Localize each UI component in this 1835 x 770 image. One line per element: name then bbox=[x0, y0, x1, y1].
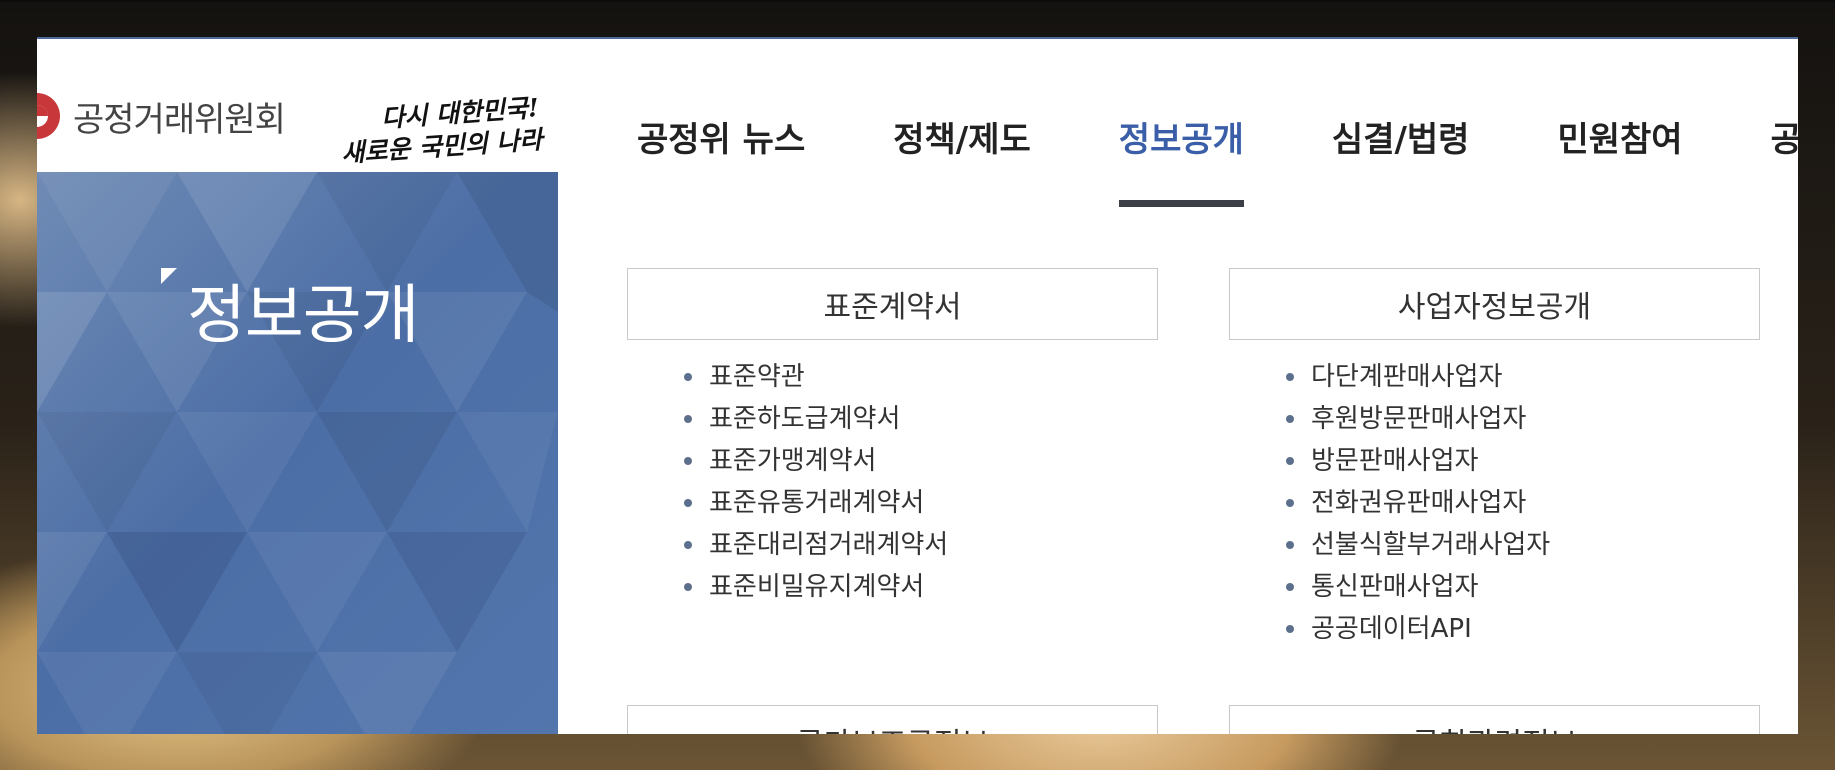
section-header-standard-contracts[interactable]: 표준계약서 bbox=[627, 268, 1158, 340]
bullet-icon bbox=[684, 415, 692, 423]
main-nav: 공정위 뉴스 정책/제도 정보공개 심결/법령 민원참여 공정위 소 bbox=[637, 85, 1798, 207]
active-tab-underline bbox=[1118, 200, 1244, 207]
list-item-label: 표준하도급계약서 bbox=[709, 404, 901, 434]
frame-border bbox=[0, 0, 1835, 2]
bullet-icon bbox=[684, 499, 692, 507]
slogan-calligraphy: 다시 대한민국! 새로운 국민의 나라 bbox=[342, 79, 562, 179]
bullet-icon bbox=[684, 457, 692, 465]
list-item[interactable]: 전화권유판매사업자 bbox=[1259, 482, 1550, 524]
nav-item-decisions-laws[interactable]: 심결/법령 bbox=[1332, 85, 1470, 195]
list-item-label: 표준약관 bbox=[709, 362, 805, 392]
list-item[interactable]: 표준비밀유지계약서 bbox=[657, 566, 948, 608]
bullet-icon bbox=[1286, 625, 1294, 633]
list-item-label: 전화권유판매사업자 bbox=[1311, 488, 1527, 518]
list-item-label: 선불식할부거래사업자 bbox=[1311, 530, 1551, 560]
triangle-pattern bbox=[37, 172, 558, 734]
section-header-state-subsidy[interactable]: 국가보조금정보 bbox=[627, 705, 1158, 734]
list-item-label: 표준유통거래계약서 bbox=[709, 488, 925, 518]
list-item[interactable]: 방문판매사업자 bbox=[1259, 440, 1550, 482]
mega-menu-page: 공정거래위원회 다시 대한민국! 새로운 국민의 나라 공정위 뉴스 정책/제도… bbox=[37, 37, 1798, 734]
list-item[interactable]: 표준가맹계약서 bbox=[657, 440, 948, 482]
nav-item-news[interactable]: 공정위 뉴스 bbox=[637, 85, 805, 195]
list-item[interactable]: 다단계판매사업자 bbox=[1259, 356, 1550, 398]
section-title: 표준계약서 bbox=[823, 290, 962, 325]
nav-item-label: 심결/법령 bbox=[1331, 120, 1470, 160]
list-item-label: 표준가맹계약서 bbox=[709, 446, 877, 476]
list-item[interactable]: 표준유통거래계약서 bbox=[657, 482, 948, 524]
bullet-icon bbox=[1286, 499, 1294, 507]
logo-emblem-icon bbox=[37, 91, 61, 141]
bullet-icon bbox=[1286, 373, 1294, 381]
business-info-list: 다단계판매사업자 후원방문판매사업자 방문판매사업자 전화권유판매사업자 선불식… bbox=[1259, 356, 1550, 650]
site-logo[interactable]: 공정거래위원회 bbox=[37, 91, 286, 141]
bullet-icon bbox=[684, 583, 692, 591]
title-corner-mark bbox=[161, 268, 177, 284]
bullet-icon bbox=[1286, 415, 1294, 423]
list-item-label: 후원방문판매사업자 bbox=[1311, 404, 1527, 434]
list-item[interactable]: 표준약관 bbox=[657, 356, 948, 398]
nav-item-label: 민원참여 bbox=[1557, 120, 1683, 160]
list-item[interactable]: 표준대리점거래계약서 bbox=[657, 524, 948, 566]
section-header-national-assembly[interactable]: 국회관련정보 bbox=[1229, 705, 1760, 734]
list-item[interactable]: 통신판매사업자 bbox=[1259, 566, 1550, 608]
list-item[interactable]: 후원방문판매사업자 bbox=[1259, 398, 1550, 440]
section-title: 국가보조금정보 bbox=[796, 719, 989, 734]
list-item-label: 공공데이터API bbox=[1311, 614, 1472, 644]
nav-item-label: 정책/제도 bbox=[893, 120, 1031, 160]
section-title: 사업자정보공개 bbox=[1397, 290, 1592, 325]
submenu-side-panel: 정보공개 bbox=[37, 172, 558, 734]
nav-item-info-disclosure[interactable]: 정보공개 bbox=[1118, 85, 1244, 207]
section-title: 국회관련정보 bbox=[1412, 719, 1578, 734]
section-header-business-info[interactable]: 사업자정보공개 bbox=[1229, 268, 1760, 340]
bullet-icon bbox=[1286, 583, 1294, 591]
list-item-label: 표준대리점거래계약서 bbox=[709, 530, 949, 560]
submenu-title: 정보공개 bbox=[187, 279, 420, 353]
bullet-icon bbox=[1286, 457, 1294, 465]
list-item[interactable]: 표준하도급계약서 bbox=[657, 398, 948, 440]
nav-item-policy[interactable]: 정책/제도 bbox=[893, 85, 1031, 195]
nav-item-label: 공정위 소 bbox=[1771, 120, 1798, 160]
list-item-label: 방문판매사업자 bbox=[1311, 446, 1479, 476]
org-name: 공정거래위원회 bbox=[73, 99, 286, 140]
bullet-icon bbox=[684, 541, 692, 549]
list-item-label: 통신판매사업자 bbox=[1311, 572, 1479, 602]
standard-contracts-list: 표준약관 표준하도급계약서 표준가맹계약서 표준유통거래계약서 표준대리점거래계… bbox=[657, 356, 948, 608]
bullet-icon bbox=[684, 373, 692, 381]
list-item[interactable]: 공공데이터API bbox=[1259, 608, 1550, 650]
slogan-line-2: 새로운 국민의 나라 bbox=[342, 125, 546, 168]
bullet-icon bbox=[1286, 541, 1294, 549]
list-item-label: 다단계판매사업자 bbox=[1311, 362, 1503, 392]
nav-item-label: 공정위 뉴스 bbox=[637, 120, 806, 160]
nav-item-civil-participation[interactable]: 민원참여 bbox=[1557, 85, 1682, 195]
list-item[interactable]: 선불식할부거래사업자 bbox=[1259, 524, 1550, 566]
list-item-label: 표준비밀유지계약서 bbox=[709, 572, 925, 602]
nav-item-about[interactable]: 공정위 소 bbox=[1771, 85, 1798, 195]
nav-item-label: 정보공개 bbox=[1118, 120, 1244, 160]
